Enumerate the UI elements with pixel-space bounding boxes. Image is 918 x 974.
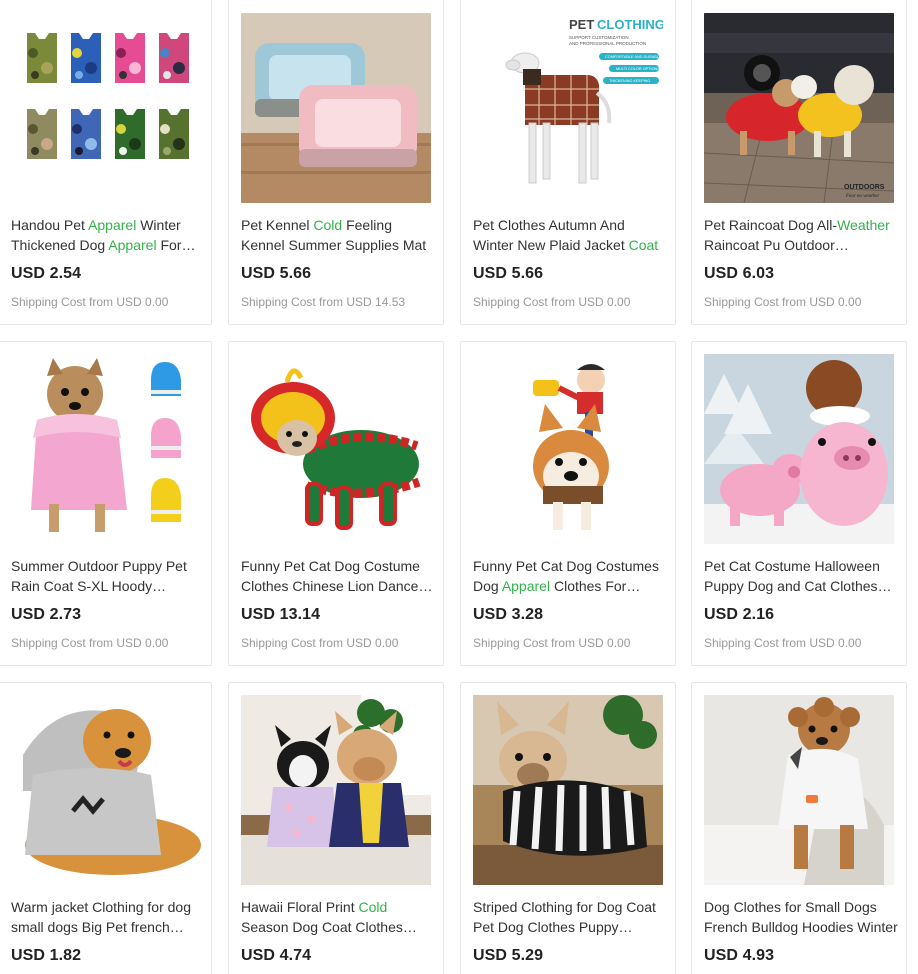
product-price: USD 5.66 [473, 265, 544, 282]
title-text: Handou Pet [11, 217, 89, 233]
product-title[interactable]: Pet Raincoat Dog All-Weather Raincoat Pu… [704, 215, 898, 255]
product-title[interactable]: Dog Clothes for Small Dogs French Bulldo… [704, 897, 898, 937]
product-card[interactable]: Striped Clothing for Dog Coat Pet Dog Cl… [460, 682, 676, 974]
highlighted-keyword: Cold [358, 899, 388, 915]
cowboy-rider-icon [473, 354, 663, 544]
title-text: Striped Clothing for Dog Coat Pet Dog Cl… [473, 899, 656, 935]
title-text: Hawaii Floral Print [241, 899, 359, 915]
product-title[interactable]: Funny Pet Cat Dog Costumes Dog Apparel C… [473, 556, 667, 596]
product-image[interactable] [13, 695, 203, 885]
highlighted-keyword: Cold [313, 217, 343, 233]
shipping-cost: Shipping Cost from USD 14.53 [241, 295, 406, 309]
product-image[interactable] [704, 354, 894, 544]
product-image[interactable] [473, 354, 663, 544]
product-title[interactable]: Pet Cat Costume Halloween Puppy Dog and … [704, 556, 898, 596]
product-image[interactable] [704, 695, 894, 885]
svg-text:CLOTHING: CLOTHING [597, 17, 663, 32]
white-hoodie-icon [704, 695, 894, 885]
title-text: Dog Clothes for Small Dogs French Bulldo… [704, 899, 898, 935]
title-text: Pet Kennel [241, 217, 314, 233]
product-title[interactable]: Pet Clothes Autumn And Winter New Plaid … [473, 215, 667, 255]
svg-text:Fear no weather: Fear no weather [845, 194, 879, 199]
svg-text:PET: PET [569, 17, 594, 32]
svg-text:AND PROFESSIONAL PRODUCTION: AND PROFESSIONAL PRODUCTION [569, 41, 646, 46]
shipping-cost: Shipping Cost from USD 0.00 [241, 636, 399, 650]
product-title[interactable]: Warm jacket Clothing for dog small dogs … [11, 897, 205, 937]
pink-raincoat-icon [13, 354, 203, 544]
shipping-cost: Shipping Cost from USD 0.00 [704, 636, 862, 650]
title-text: Pet Cat Costume Halloween Puppy Dog and … [704, 558, 880, 594]
product-title[interactable]: Hawaii Floral Print Cold Season Dog Coat… [241, 897, 435, 937]
product-card[interactable]: Hawaii Floral Print Cold Season Dog Coat… [228, 682, 444, 974]
title-text: Pet Raincoat Dog All- [704, 217, 838, 233]
product-card[interactable]: Summer Outdoor Puppy Pet Rain Coat S-XL … [0, 341, 212, 666]
title-text: Warm jacket Clothing for dog small dogs … [11, 899, 191, 935]
product-title[interactable]: Summer Outdoor Puppy Pet Rain Coat S-XL … [11, 556, 205, 596]
highlighted-keyword: Apparel [108, 237, 157, 253]
svg-text:OUTDOORS: OUTDOORS [844, 184, 885, 191]
gray-hoodie-icon [13, 695, 203, 885]
product-grid: Handou Pet Apparel Winter Thickened Dog … [0, 0, 918, 974]
highlighted-keyword: Coat [628, 237, 659, 253]
product-image[interactable] [473, 695, 663, 885]
shipping-cost: Shipping Cost from USD 0.00 [473, 295, 631, 309]
product-image[interactable] [13, 13, 203, 203]
svg-text:MULTI COLOR OPTIONS: MULTI COLOR OPTIONS [616, 67, 660, 71]
product-card[interactable]: Funny Pet Cat Dog Costumes Dog Apparel C… [460, 341, 676, 666]
product-price: USD 4.74 [241, 947, 312, 964]
product-price: USD 3.28 [473, 606, 544, 623]
svg-text:SUPPORT CUSTOMIZATION: SUPPORT CUSTOMIZATION [569, 35, 629, 40]
title-text: Summer Outdoor Puppy Pet Rain Coat S-XL … [11, 558, 187, 594]
product-card[interactable]: Funny Pet Cat Dog Costume Clothes Chines… [228, 341, 444, 666]
product-title[interactable]: Pet Kennel Cold Feeling Kennel Summer Su… [241, 215, 435, 255]
striped-sweater-icon [473, 695, 663, 885]
plaid-jacket-icon: PET CLOTHING SUPPORT CUSTOMIZATION AND P… [473, 13, 663, 203]
pet-beds-icon [241, 13, 431, 203]
product-image[interactable] [13, 354, 203, 544]
product-image[interactable]: PET CLOTHING SUPPORT CUSTOMIZATION AND P… [473, 13, 663, 203]
title-text: Raincoat Pu Outdoor Waterproof [704, 237, 835, 253]
product-image[interactable]: OUTDOORS Fear no weather [704, 13, 894, 203]
product-title[interactable]: Striped Clothing for Dog Coat Pet Dog Cl… [473, 897, 667, 937]
svg-text:COMFORTABLE AND DURABLE: COMFORTABLE AND DURABLE [605, 55, 662, 59]
product-price: USD 13.14 [241, 606, 321, 623]
product-price: USD 6.03 [704, 265, 775, 282]
product-price: USD 2.16 [704, 606, 775, 623]
shipping-cost: Shipping Cost from USD 0.00 [704, 295, 862, 309]
shipping-cost: Shipping Cost from USD 0.00 [11, 295, 169, 309]
product-card[interactable]: OUTDOORS Fear no weather Pet Raincoat Do… [691, 0, 907, 325]
highlighted-keyword: Apparel [501, 578, 551, 594]
product-image[interactable] [241, 13, 431, 203]
shipping-cost: Shipping Cost from USD 0.00 [11, 636, 169, 650]
product-card[interactable]: Pet Cat Costume Halloween Puppy Dog and … [691, 341, 907, 666]
title-text: Funny Pet Cat Dog Costume Clothes Chines… [241, 558, 420, 594]
product-card[interactable]: Warm jacket Clothing for dog small dogs … [0, 682, 212, 974]
camo-vests-icon [13, 13, 203, 203]
product-image[interactable] [241, 695, 431, 885]
lion-costume-icon [241, 354, 431, 544]
title-text: Pet Clothes Autumn And Winter New Plaid … [473, 217, 629, 253]
floral-bulldogs-icon [241, 695, 431, 885]
product-price: USD 1.82 [11, 947, 82, 964]
product-image[interactable] [241, 354, 431, 544]
highlighted-keyword: Apparel [88, 217, 137, 233]
raincoat-dogs-icon: OUTDOORS Fear no weather [704, 13, 894, 203]
product-card[interactable]: PET CLOTHING SUPPORT CUSTOMIZATION AND P… [460, 0, 676, 325]
pig-costume-icon [704, 354, 894, 544]
svg-text:THICKENING KEEPING: THICKENING KEEPING [609, 79, 650, 83]
product-price: USD 2.73 [11, 606, 82, 623]
shipping-cost: Shipping Cost from USD 0.00 [473, 636, 631, 650]
product-price: USD 4.93 [704, 947, 775, 964]
product-title[interactable]: Handou Pet Apparel Winter Thickened Dog … [11, 215, 205, 255]
title-text: Season Dog Coat Clothes Bulldog [241, 919, 403, 935]
highlighted-keyword: Weather [837, 217, 890, 233]
product-card[interactable]: Handou Pet Apparel Winter Thickened Dog … [0, 0, 212, 325]
product-card[interactable]: Dog Clothes for Small Dogs French Bulldo… [691, 682, 907, 974]
product-price: USD 5.66 [241, 265, 312, 282]
product-card[interactable]: Pet Kennel Cold Feeling Kennel Summer Su… [228, 0, 444, 325]
product-title[interactable]: Funny Pet Cat Dog Costume Clothes Chines… [241, 556, 435, 596]
product-price: USD 5.29 [473, 947, 544, 964]
product-price: USD 2.54 [11, 265, 82, 282]
